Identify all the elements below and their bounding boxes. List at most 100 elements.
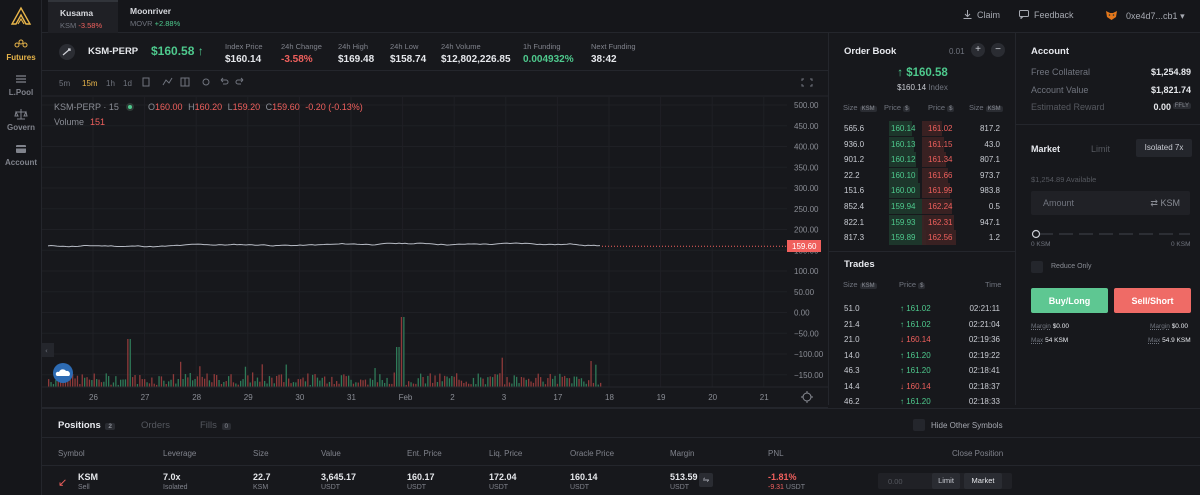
tab-market[interactable]: Market xyxy=(1031,144,1060,154)
y-tick-label: 300.00 xyxy=(794,184,819,193)
volume-bar xyxy=(297,379,299,387)
redo-icon[interactable] xyxy=(235,77,244,85)
order-book-row[interactable]: 817.3 159.89 162.56 1.2 xyxy=(829,230,1016,246)
timeframe-1h[interactable]: 1h xyxy=(106,79,115,88)
volume-bar xyxy=(218,379,220,387)
amount-input[interactable]: Amount ⇄ KSM xyxy=(1031,191,1190,215)
volume-bar xyxy=(328,381,331,387)
volume-bar xyxy=(511,383,513,387)
chart-canvas[interactable]: 5m 15m 1h 1d KSM-PERP · 15 O160.00 H160.… xyxy=(42,71,828,408)
nav-item-futures[interactable]: Futures xyxy=(0,38,42,62)
sell-short-button[interactable]: Sell/Short xyxy=(1114,288,1191,313)
order-book-row[interactable]: 565.6 160.14 161.02 817.2 xyxy=(829,121,1016,136)
futures-icon xyxy=(14,39,28,48)
svg-text:‹: ‹ xyxy=(45,347,48,355)
trade-price: ↓ 160.14 xyxy=(900,335,931,344)
settings-icon[interactable] xyxy=(202,78,210,86)
max-label: Max xyxy=(1031,337,1044,344)
fullscreen-icon[interactable] xyxy=(801,78,813,87)
nav-item-account[interactable]: Account xyxy=(0,143,42,167)
leverage-mode-button[interactable]: Isolated 7x xyxy=(1136,139,1192,157)
nav-item-label: Account xyxy=(5,158,37,167)
order-book-row[interactable]: 22.2 160.10 161.66 973.7 xyxy=(829,167,1016,183)
trade-price-value: 161.20 xyxy=(906,350,931,360)
price-chart[interactable]: 5m 15m 1h 1d KSM-PERP · 15 O160.00 H160.… xyxy=(42,71,828,408)
volume-bar xyxy=(228,376,230,387)
ask-size: 0.5 xyxy=(988,202,1000,211)
x-tick-label: 17 xyxy=(553,393,562,402)
volume-bar xyxy=(590,361,592,387)
nav-item-govern[interactable]: Govern xyxy=(0,108,42,132)
amount-unit[interactable]: ⇄ KSM xyxy=(1150,198,1180,209)
reduce-only-checkbox[interactable] xyxy=(1031,261,1043,273)
sliders-icon: ⇋ xyxy=(702,475,710,484)
bid-size: 22.2 xyxy=(844,170,860,180)
zoom-out-button[interactable]: − xyxy=(991,43,1005,57)
timeframe-15m[interactable]: 15m xyxy=(82,79,98,88)
order-book-row[interactable]: 822.1 159.93 162.31 947.1 xyxy=(829,214,1016,230)
market-tab-kusama[interactable]: Kusama KSM -3.58% xyxy=(48,0,118,33)
trade-price: ↑ 161.20 xyxy=(900,397,931,406)
nav-item-pool[interactable]: L.Pool xyxy=(0,73,42,97)
feedback-button[interactable]: Feedback xyxy=(1019,10,1074,20)
volume-bar xyxy=(578,378,580,387)
tab-positions[interactable]: Positions 2 xyxy=(58,420,116,431)
close-limit-button[interactable]: Limit xyxy=(932,473,960,489)
indicators-icon[interactable] xyxy=(162,77,173,86)
chart-collapse-handle[interactable]: ‹ xyxy=(42,343,54,357)
app-logo-icon[interactable] xyxy=(10,6,32,26)
volume-bar xyxy=(235,383,237,387)
ticker-symbol[interactable]: KSM-PERP xyxy=(88,46,138,57)
order-book-row[interactable]: 936.0 160.13 161.15 43.0 xyxy=(829,136,1016,152)
hide-other-symbols-checkbox[interactable] xyxy=(913,419,925,431)
layout-icon[interactable] xyxy=(180,77,190,87)
volume-bar xyxy=(360,379,362,387)
order-book-row[interactable]: 901.2 160.12 161.34 807.1 xyxy=(829,152,1016,168)
nav-item-label: L.Pool xyxy=(8,88,34,97)
claim-button[interactable]: Claim xyxy=(963,10,1000,20)
col-oracle-price: Oracle Price xyxy=(570,449,615,458)
cloud-icon[interactable] xyxy=(53,363,73,383)
timeframe-5m[interactable]: 5m xyxy=(59,79,70,88)
col-pnl: PNL xyxy=(768,449,784,458)
volume-legend: Volume 151 xyxy=(54,117,105,127)
order-book-row[interactable]: 151.6 160.00 161.99 983.8 xyxy=(829,183,1016,199)
amount-slider[interactable] xyxy=(1031,229,1190,239)
volume-bar xyxy=(273,383,275,387)
ob-header-ask-price: Price $ xyxy=(928,103,955,112)
volume-bar xyxy=(108,376,110,387)
tab-orders[interactable]: Orders xyxy=(141,420,170,431)
volume-bar xyxy=(280,374,283,387)
close-market-button[interactable]: Market xyxy=(964,473,1002,489)
candle-style-icon[interactable] xyxy=(142,77,150,87)
volume-bar xyxy=(540,377,542,387)
zoom-in-button[interactable]: + xyxy=(971,43,985,57)
free-collateral-value: $1,254.89 xyxy=(1150,67,1191,77)
wallet-button[interactable]: 0xe4d7...cb1 ▾ xyxy=(1105,10,1185,22)
trade-price-value: 161.02 xyxy=(906,304,931,313)
account-value-row: Account Value $1,821.74 xyxy=(1031,85,1191,95)
chart-settings-icon[interactable] xyxy=(801,391,813,403)
adjust-margin-button[interactable]: ⇋ xyxy=(699,473,713,487)
buy-max-value: 54 KSM xyxy=(1045,337,1069,344)
tab-fills[interactable]: Fills 0 xyxy=(200,420,232,431)
undo-icon[interactable] xyxy=(220,77,229,85)
tick-size[interactable]: 0.01 xyxy=(949,47,965,56)
buy-long-button[interactable]: Buy/Long xyxy=(1031,288,1108,313)
stat-value: 0.004932% xyxy=(523,54,574,65)
col-entry-price: Ent. Price xyxy=(407,449,442,458)
volume-bar xyxy=(170,379,172,387)
volume-bar xyxy=(216,375,218,387)
bid-price: 160.00 xyxy=(891,186,916,196)
wallet-address: 0xe4d7...cb1 xyxy=(1126,11,1178,21)
timeframe-1d[interactable]: 1d xyxy=(123,79,132,88)
tab-limit[interactable]: Limit xyxy=(1091,144,1110,154)
volume-bar xyxy=(480,377,482,387)
volume-bar xyxy=(448,378,451,387)
order-book-row[interactable]: 852.4 159.94 162.24 0.5 xyxy=(829,199,1016,214)
x-tick-label: 29 xyxy=(244,393,253,402)
market-tab-moonriver[interactable]: Moonriver MOVR +2.88% xyxy=(118,0,188,33)
order-book-title: Order Book xyxy=(844,46,897,57)
row-label: Estimated Reward xyxy=(1031,102,1105,112)
volume-bar xyxy=(268,376,271,387)
